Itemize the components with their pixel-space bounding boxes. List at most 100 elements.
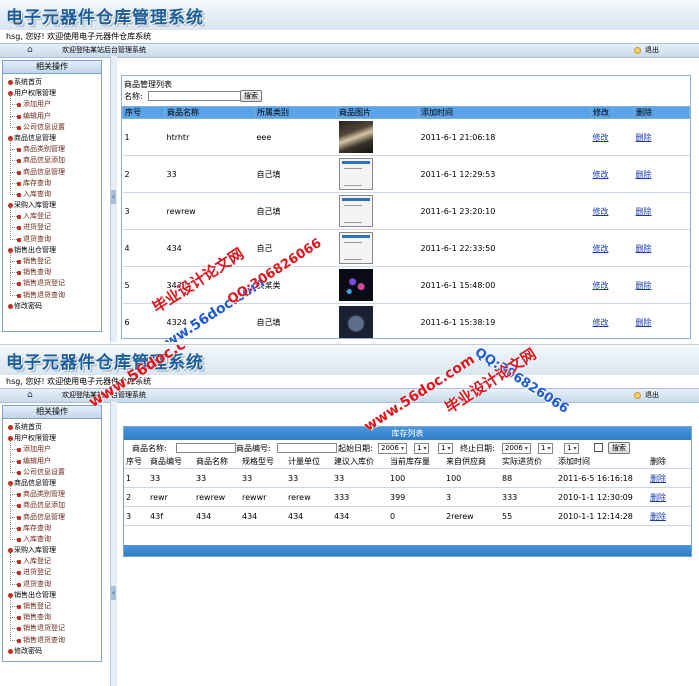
collapse-arrow-icon[interactable]: ‹ xyxy=(111,190,116,204)
delete-link[interactable]: 删除 xyxy=(650,493,666,502)
sidebar-item[interactable]: 商品信息添加 xyxy=(5,150,101,166)
start-day-select[interactable]: 1 xyxy=(438,443,454,454)
sidebar-item[interactable]: 公司信息设置 xyxy=(5,461,101,478)
unit: 434 xyxy=(286,506,332,526)
sidebar-item[interactable]: 销售查询 xyxy=(5,262,101,278)
logout-link[interactable]: 退出 xyxy=(645,389,659,402)
end-month-select[interactable]: 1 xyxy=(538,443,554,454)
sidebar-item[interactable]: 公司信息设置 xyxy=(5,116,101,133)
table-row: 3 43f 434 434 434 434 0 2rerew 55 2010-1… xyxy=(124,506,691,526)
product-category: 某某类 xyxy=(254,266,337,304)
sidebar-item[interactable]: 采购入库管理 xyxy=(5,200,101,211)
delete-link[interactable]: 删除 xyxy=(636,207,652,216)
delete-link[interactable]: 删除 xyxy=(636,133,652,142)
start-year-select[interactable]: 2006 xyxy=(378,443,407,454)
end-day-select[interactable]: 1 xyxy=(564,443,580,454)
sidebar-item[interactable]: 系统首页 xyxy=(5,422,101,433)
product-name-input[interactable] xyxy=(176,443,236,453)
sidebar-item[interactable]: 用户权限管理 xyxy=(5,433,101,444)
edit-link[interactable]: 修改 xyxy=(593,170,609,179)
sidebar-item[interactable]: 库存查询 xyxy=(5,517,101,534)
sidebar-item[interactable]: 用户权限管理 xyxy=(5,88,101,99)
row-no: 1 xyxy=(124,468,148,488)
search-button[interactable]: 搜索 xyxy=(240,90,262,102)
sidebar-item[interactable]: 商品类别管理 xyxy=(5,139,101,155)
col-header: 修改 xyxy=(590,106,634,119)
sidebar-item[interactable]: 修改密码 xyxy=(5,646,101,657)
sidebar-item[interactable]: 商品信息管理 xyxy=(5,478,101,489)
stock-search-button[interactable]: 搜索 xyxy=(608,442,630,454)
product-category: 自己填 xyxy=(254,155,337,193)
edit-link[interactable]: 修改 xyxy=(593,207,609,216)
sidebar-item[interactable]: 添加用户 xyxy=(5,94,101,110)
sidebar-item[interactable]: 库存查询 xyxy=(5,172,101,189)
sidebar-item[interactable]: 销售退货查询 xyxy=(5,284,101,301)
sidebar-splitter[interactable]: ‹ xyxy=(110,401,117,686)
sidebar-item[interactable]: 销售出仓管理 xyxy=(5,590,101,601)
sidebar-item[interactable]: 商品信息管理 xyxy=(5,133,101,144)
delete-link[interactable]: 删除 xyxy=(650,474,666,483)
sidebar-item[interactable]: 商品信息管理 xyxy=(5,161,101,178)
product-name: 4324 xyxy=(164,303,255,338)
delete-link[interactable]: 删除 xyxy=(636,170,652,179)
added-time: 2011-6-5 16:16:18 xyxy=(556,468,648,488)
sidebar-splitter[interactable]: ‹ xyxy=(110,56,117,342)
added-time: 2011-6-1 22:33:50 xyxy=(418,229,591,267)
product-image xyxy=(338,306,373,338)
edit-link[interactable]: 修改 xyxy=(593,133,609,142)
sidebar-item[interactable]: 销售退货查询 xyxy=(5,629,101,646)
sidebar-item[interactable]: 退货查询 xyxy=(5,228,101,245)
end-year-select[interactable]: 2006 xyxy=(502,443,531,454)
sidebar-item[interactable]: 编辑用户 xyxy=(5,105,101,122)
sidebar-item[interactable]: 退货查询 xyxy=(5,573,101,590)
sidebar-item[interactable]: 销售登记 xyxy=(5,595,101,612)
product-category: 自己填 xyxy=(254,303,337,338)
product-code: rewr xyxy=(148,487,194,507)
panel-footer xyxy=(124,545,691,556)
sidebar-item[interactable]: 编辑用户 xyxy=(5,450,101,467)
unit: rerew xyxy=(286,487,332,507)
sidebar-item[interactable]: 系统首页 xyxy=(5,77,101,88)
sidebar-item[interactable]: 入库查询 xyxy=(5,528,101,545)
sidebar-item[interactable]: 修改密码 xyxy=(5,301,101,312)
row-no: 2 xyxy=(124,487,148,507)
sidebar-item[interactable]: 销售登记 xyxy=(5,250,101,267)
sidebar-item[interactable]: 销售查询 xyxy=(5,607,101,623)
home-icon[interactable]: ⌂ xyxy=(27,44,33,57)
collapse-arrow-icon[interactable]: ‹ xyxy=(111,586,116,600)
sidebar-item[interactable]: 销售退货登记 xyxy=(5,618,101,634)
logout-icon[interactable] xyxy=(634,47,641,54)
sidebar-item[interactable]: 销售出仓管理 xyxy=(5,245,101,256)
product-category: 自己填 xyxy=(254,192,337,230)
product-code-input[interactable] xyxy=(277,443,337,453)
sidebar-item[interactable]: 销售退货登记 xyxy=(5,273,101,289)
sidebar-item[interactable]: 采购入库管理 xyxy=(5,545,101,556)
edit-link[interactable]: 修改 xyxy=(593,281,609,290)
table-row: 1 33 33 33 33 33 100 100 88 2011-6-5 16:… xyxy=(124,468,691,488)
start-month-select[interactable]: 1 xyxy=(414,443,430,454)
added-time: 2010-1-1 12:14:28 xyxy=(556,506,648,526)
edit-link[interactable]: 修改 xyxy=(593,244,609,253)
sidebar-item[interactable]: 商品信息管理 xyxy=(5,506,101,523)
delete-link[interactable]: 删除 xyxy=(636,244,652,253)
sidebar-item[interactable]: 入库登记 xyxy=(5,206,101,222)
filter-checkbox[interactable] xyxy=(594,443,603,452)
sidebar-item[interactable]: 入库登记 xyxy=(5,551,101,567)
home-icon[interactable]: ⌂ xyxy=(27,389,33,402)
delete-link[interactable]: 删除 xyxy=(636,318,652,327)
edit-link[interactable]: 修改 xyxy=(593,318,609,327)
product-name: rewrew xyxy=(194,487,240,507)
logout-icon[interactable] xyxy=(634,392,641,399)
sidebar-item[interactable]: 入库查询 xyxy=(5,183,101,200)
product-name: 33 xyxy=(194,468,240,488)
sidebar-item[interactable]: 添加用户 xyxy=(5,439,101,455)
sidebar-item[interactable]: 进货登记 xyxy=(5,562,101,578)
logout-link[interactable]: 退出 xyxy=(645,44,659,57)
sidebar-item[interactable]: 进货登记 xyxy=(5,217,101,233)
sidebar-item[interactable]: 商品类别管理 xyxy=(5,484,101,500)
product-list-caption: 商品管理列表 xyxy=(124,80,172,89)
delete-link[interactable]: 删除 xyxy=(636,281,652,290)
delete-link[interactable]: 删除 xyxy=(650,512,666,521)
sidebar-item[interactable]: 商品信息添加 xyxy=(5,495,101,511)
col-header: 商品编号 xyxy=(148,455,194,469)
